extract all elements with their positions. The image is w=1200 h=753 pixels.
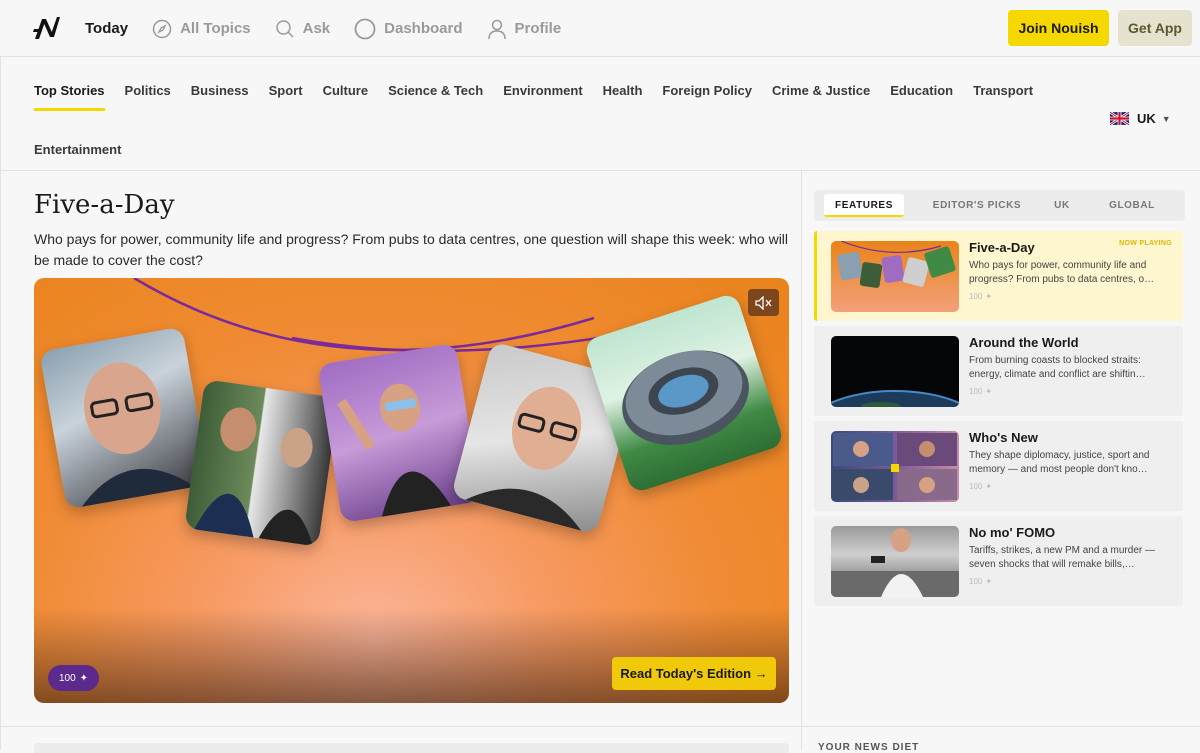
main-nav: Today All Topics Ask Dashboard Profile [85,0,585,57]
now-playing-badge: NOW PLAYING [1119,240,1172,247]
nav-label: Profile [514,20,562,37]
category-top-stories[interactable]: Top Stories [34,83,105,111]
category-foreign-policy[interactable]: Foreign Policy [662,83,752,98]
photo-athlete [317,343,481,523]
side-tabs: FEATURES EDITOR'S PICKS UK GLOBAL [814,190,1185,221]
category-politics[interactable]: Politics [125,83,171,98]
category-business[interactable]: Business [191,83,249,98]
card-description: Who pays for power, community life and p… [969,260,1155,285]
join-button[interactable]: Join Nouish [1008,10,1109,46]
card-score: 100 ✦ [969,577,992,586]
nav-profile[interactable]: Profile [487,18,562,40]
collage-thumbnail-icon [837,241,956,288]
tab-features[interactable]: FEATURES [824,194,904,217]
sparkle-icon: ✦ [985,387,993,396]
category-entertainment[interactable]: Entertainment [34,142,121,157]
next-section-strip [34,743,789,753]
card-title: No mo' FOMO [969,525,1056,540]
card-description: Tariffs, strikes, a new PM and a murder … [969,545,1155,570]
photo-court [184,379,339,547]
read-edition-button[interactable]: Read Today's Edition → [612,657,776,690]
main-content: Five-a-Day Who pays for power, community… [0,171,801,726]
category-crime-justice[interactable]: Crime & Justice [772,83,870,98]
feature-card[interactable]: Who's New They shape diplomacy, justice,… [814,421,1183,511]
card-title: Who's New [969,430,1038,445]
news-diet-section: YOUR NEWS DIET [801,726,1200,753]
nav-ask[interactable]: Ask [275,19,331,39]
card-thumbnail [831,241,959,312]
tab-uk[interactable]: UK [1042,200,1082,211]
card-score: 100 ✦ [969,387,992,396]
card-thumbnail [831,336,959,407]
score-value: 100 [58,672,76,684]
category-culture[interactable]: Culture [323,83,369,98]
card-score: 100 ✦ [969,292,992,301]
sparkle-icon: ✦ [985,577,993,586]
uk-flag-icon [1110,112,1129,125]
feature-card[interactable]: No mo' FOMO Tariffs, strikes, a new PM a… [814,516,1183,606]
region-label: UK [1137,111,1156,126]
feature-card[interactable]: Five-a-Day NOW PLAYING Who pays for powe… [814,231,1183,321]
nav-label: All Topics [180,20,251,37]
hero-title: Five-a-Day [34,190,175,220]
search-icon [275,19,294,38]
nav-all-topics[interactable]: All Topics [152,19,251,39]
nav-dashboard[interactable]: Dashboard [354,18,463,40]
tab-global[interactable]: GLOBAL [1102,200,1162,211]
category-transport[interactable]: Transport [973,83,1033,98]
score-value: 100 [969,577,983,586]
hero-subtitle: Who pays for power, community life and p… [34,231,789,268]
top-bar: Today All Topics Ask Dashboard Profile J… [0,0,1200,57]
user-icon [487,19,506,39]
category-environment[interactable]: Environment [503,83,582,98]
category-sport[interactable]: Sport [269,83,303,98]
category-list: Top Stories Politics Business Sport Cult… [34,83,1053,111]
region-selector[interactable]: UK ▼ [1110,111,1171,126]
card-description: From burning coasts to blocked straits: … [969,355,1146,380]
person-silhouette-icon [194,407,313,546]
category-science-tech[interactable]: Science & Tech [388,83,483,98]
bottom-section [0,726,801,753]
card-thumbnail [831,526,959,597]
person-silhouette-icon [337,383,452,517]
feature-card[interactable]: Around the World From burning coasts to … [814,326,1183,416]
category-bar: Top Stories Politics Business Sport Cult… [0,57,1200,171]
nav-today[interactable]: Today [85,20,128,37]
comic-collage-icon [833,433,957,500]
sparkle-icon: ✦ [985,292,993,301]
news-diet-heading: YOUR NEWS DIET [818,742,920,753]
get-app-button[interactable]: Get App [1118,10,1192,46]
category-education[interactable]: Education [890,83,953,98]
mute-button[interactable] [748,289,779,316]
nav-label: Dashboard [384,20,463,37]
score-value: 100 [969,292,983,301]
circle-icon [354,18,376,39]
compass-icon [152,19,172,38]
score-badge: 100 ✦ [48,665,99,691]
nav-label: Today [85,20,129,37]
card-description: They shape diplomacy, justice, sport and… [969,450,1150,475]
side-panel: FEATURES EDITOR'S PICKS UK GLOBAL Five-a… [801,171,1200,726]
photo-politician-1 [39,326,210,510]
card-title: Five-a-Day [969,240,1035,255]
category-health[interactable]: Health [603,83,643,98]
chevron-down-icon: ▼ [1161,113,1171,124]
card-title: Around the World [969,335,1079,350]
score-value: 100 [969,387,983,396]
nav-label: Ask [302,20,331,37]
person-silhouette-icon [81,362,196,507]
logo-icon[interactable] [33,15,61,41]
sparkle-icon: ✦ [985,482,993,491]
score-value: 100 [969,482,983,491]
sparkle-icon: ✦ [79,672,89,684]
earth-icon [831,390,959,407]
tab-editors-picks[interactable]: EDITOR'S PICKS [922,200,1032,211]
speaker-muted-icon [754,295,771,310]
person-with-phone-icon [831,528,959,597]
hero-video[interactable]: 100 ✦ Read Today's Edition → [34,278,789,703]
card-score: 100 ✦ [969,482,992,491]
card-thumbnail [831,431,959,502]
